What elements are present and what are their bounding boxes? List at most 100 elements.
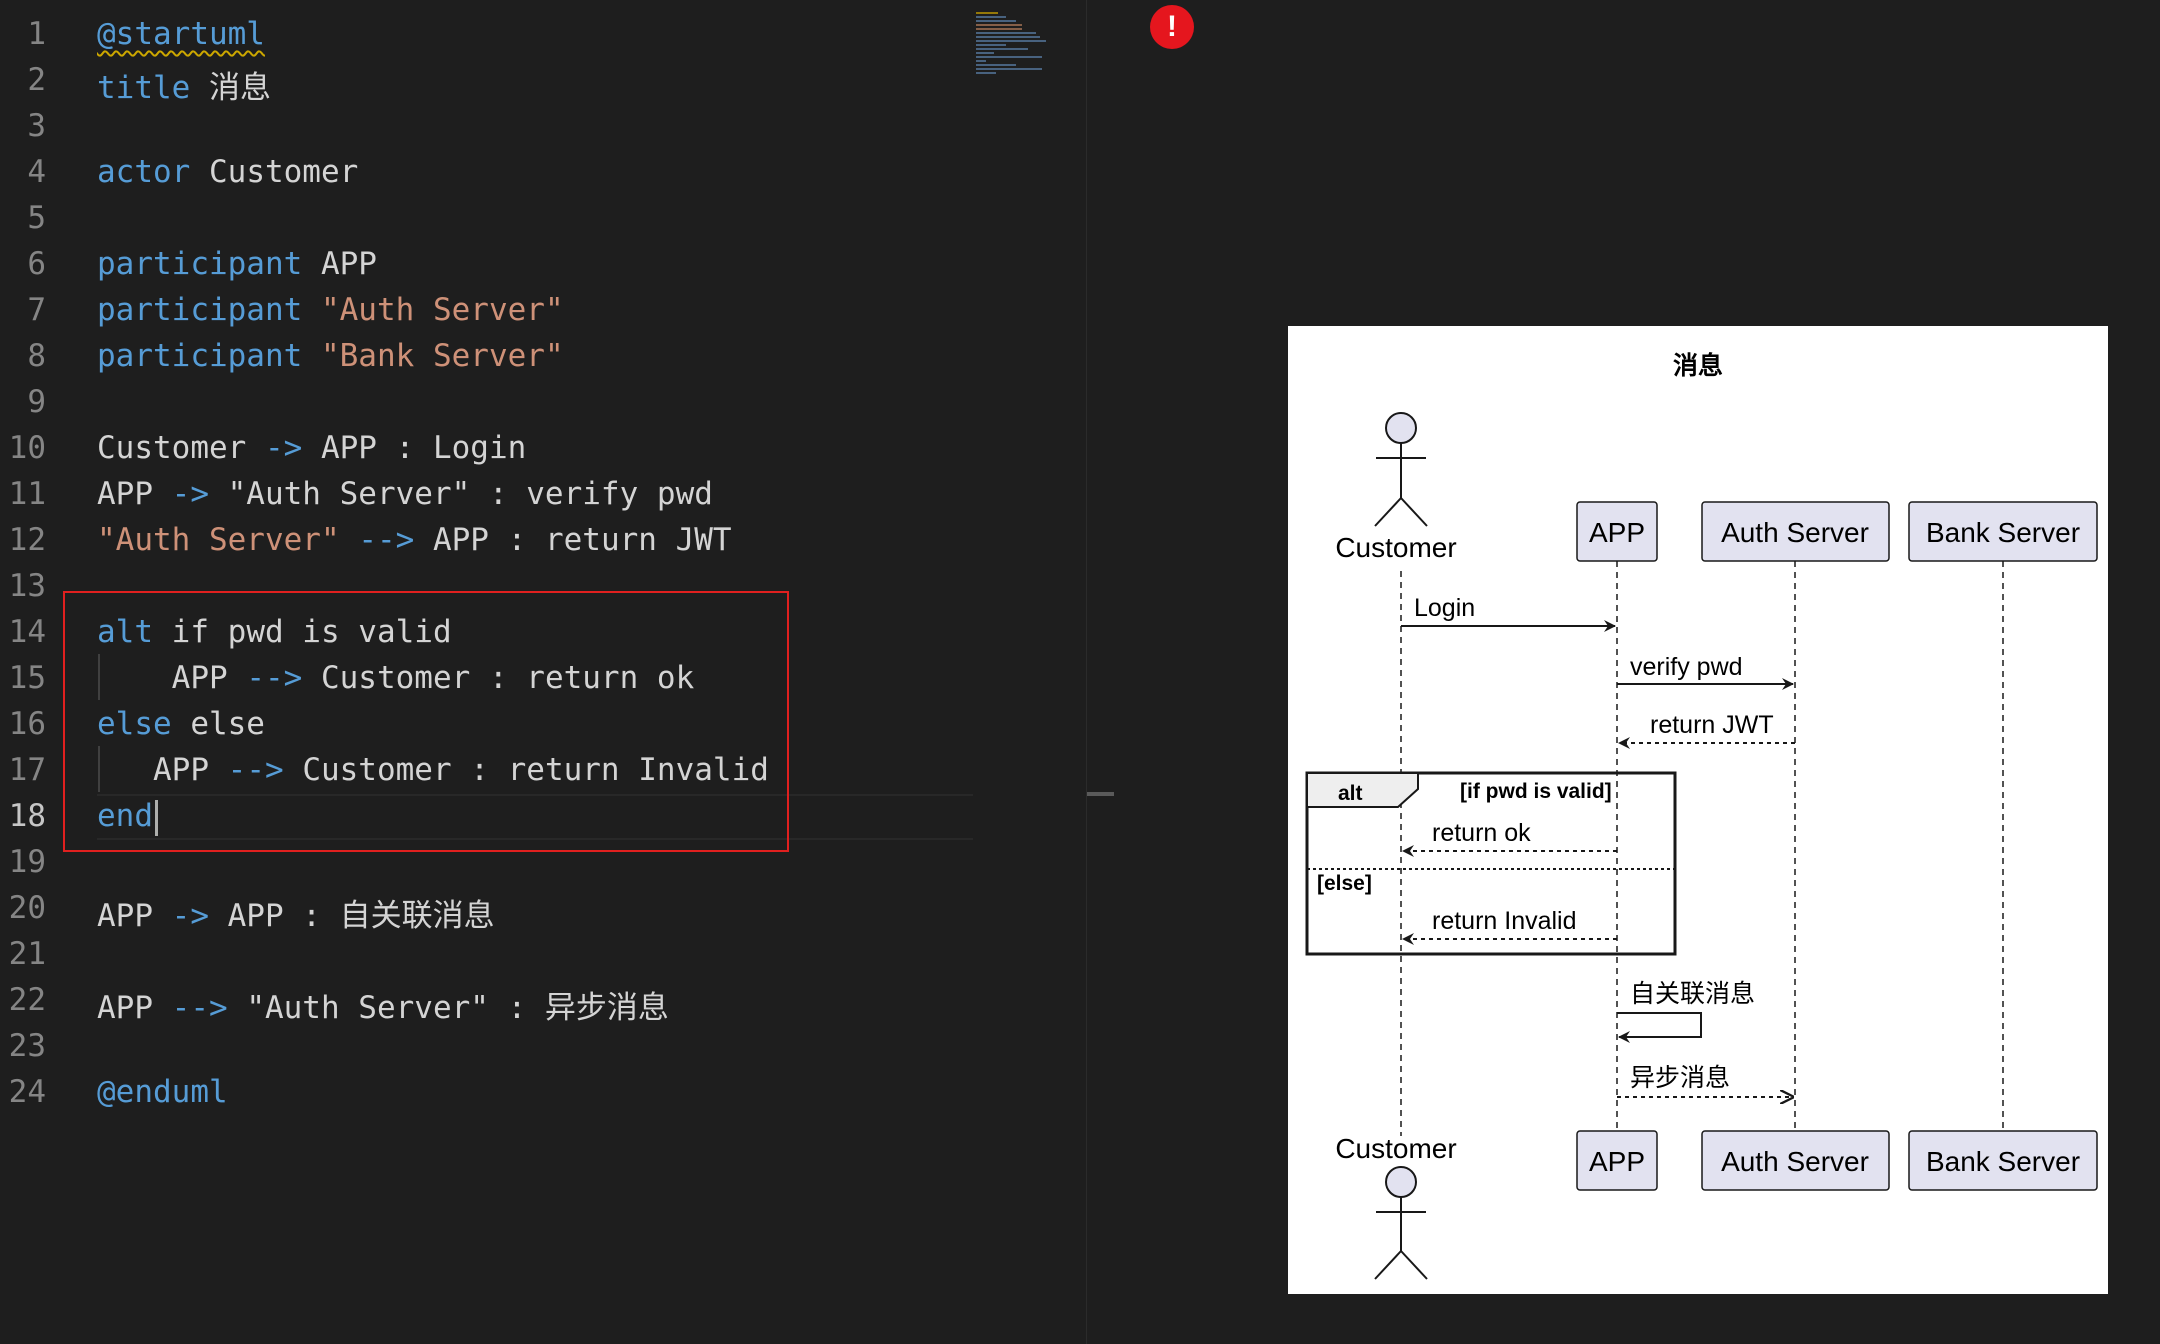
actor-figure-bottom (1374, 1166, 1428, 1280)
message-label-verify: verify pwd (1630, 653, 1743, 681)
code-token: APP (97, 476, 172, 512)
code-line[interactable]: 8 participant "Bank Server" (0, 334, 980, 380)
code-line[interactable]: 4 actor Customer (0, 150, 980, 196)
code-token: APP (97, 990, 172, 1026)
participant-app-bottom: APP (1576, 1130, 1658, 1191)
code-token: participant (97, 338, 303, 374)
line-number: 17 (8, 752, 46, 788)
message-label-jwt: return JWT (1650, 711, 1774, 739)
code-editor[interactable]: 1 @startuml 2 title 消息 3 4 actor Customer 5 6 par… (0, 0, 1086, 1344)
line-number: 12 (8, 522, 46, 558)
scrollbar-thumb[interactable] (1087, 792, 1114, 796)
code-text: participant "Auth Server" (97, 292, 564, 328)
code-token: "Auth Server" (97, 522, 340, 558)
participant-auth-bottom: Auth Server (1701, 1130, 1890, 1191)
code-line[interactable]: 5 (0, 196, 980, 242)
code-text: @startuml (97, 16, 265, 52)
code-token: -> (264, 430, 303, 466)
message-label-login: Login (1414, 594, 1475, 622)
code-line[interactable]: 9 (0, 380, 980, 426)
code-token: APP : Login (302, 430, 527, 466)
code-token: participant (97, 292, 303, 328)
line-number: 16 (8, 706, 46, 742)
line-number: 19 (8, 844, 46, 880)
line-number: 13 (8, 568, 46, 604)
code-line[interactable]: 7 participant "Auth Server" (0, 288, 980, 334)
alt-else-guard: [else] (1317, 872, 1372, 895)
code-text: Customer -> APP : Login (97, 430, 526, 466)
code-text: title 消息 (97, 62, 271, 107)
code-line[interactable]: 3 (0, 104, 980, 150)
code-token: @enduml (97, 1074, 228, 1110)
line-number: 18 (8, 798, 46, 834)
minimap[interactable] (976, 10, 1086, 110)
participant-app-label: APP (1589, 517, 1645, 548)
code-token: --> (171, 990, 228, 1026)
line-number: 3 (27, 108, 46, 144)
line-number: 10 (8, 430, 46, 466)
code-text: APP --> "Auth Server" : 异步消息 (97, 982, 669, 1027)
code-token: --> (358, 522, 415, 558)
code-token: "Auth Server" (320, 292, 564, 328)
code-line[interactable]: 6 participant APP (0, 242, 980, 288)
line-number: 15 (8, 660, 46, 696)
line-number: 9 (27, 384, 46, 420)
code-token: 消息 (190, 70, 271, 106)
code-token: "Auth Server" : 异步消息 (227, 990, 669, 1026)
code-token: "Bank Server" (320, 338, 564, 374)
code-text: participant "Bank Server" (97, 338, 564, 374)
message-label-invalid: return Invalid (1432, 907, 1577, 935)
line-number: 11 (8, 476, 46, 512)
line-number: 24 (8, 1074, 46, 1110)
code-text: APP -> "Auth Server" : verify pwd (97, 476, 713, 512)
code-token: participant (97, 246, 303, 282)
participant-bank-bottom: Bank Server (1908, 1130, 2098, 1191)
code-line[interactable]: 12 "Auth Server" --> APP : return JWT (0, 518, 980, 564)
code-line[interactable]: 20 APP -> APP : 自关联消息 (0, 886, 980, 934)
diagram-title: 消息 (1673, 351, 1723, 380)
code-line[interactable]: 24 @enduml (0, 1070, 980, 1116)
line-number: 5 (27, 200, 46, 236)
actor-figure-top (1374, 412, 1428, 527)
line-number: 21 (8, 936, 46, 972)
code-token: Customer (97, 430, 265, 466)
participant-app-top: APP (1576, 501, 1658, 562)
code-text: @enduml (97, 1074, 228, 1110)
vertical-scrollbar[interactable] (1086, 0, 1116, 1344)
code-line[interactable]: 21 (0, 932, 980, 978)
message-arrow-self (1617, 1012, 1702, 1043)
selection-box (63, 591, 789, 852)
line-number: 6 (27, 246, 46, 282)
line-number: 2 (27, 62, 46, 98)
alt-guard: [if pwd is valid] (1460, 780, 1612, 803)
line-number: 23 (8, 1028, 46, 1064)
code-text: "Auth Server" --> APP : return JWT (97, 522, 732, 558)
code-line[interactable]: 23 (0, 1024, 980, 1070)
message-label-self: 自关联消息 (1630, 980, 1755, 1008)
code-token: APP : 自关联消息 (208, 898, 495, 934)
line-number: 4 (27, 154, 46, 190)
code-line[interactable]: 2 title 消息 (0, 58, 980, 107)
code-line[interactable]: 10 Customer -> APP : Login (0, 426, 980, 472)
code-token: title (97, 70, 191, 106)
participant-auth-label: Auth Server (1721, 1146, 1869, 1177)
line-number: 7 (27, 292, 46, 328)
code-token: -> (171, 476, 209, 512)
code-line[interactable]: 1 @startuml (0, 12, 980, 58)
message-label-async: 异步消息 (1630, 1064, 1730, 1092)
sequence-diagram: 消息 Customer APP Auth Server Bank Server (1288, 326, 2108, 1294)
code-token: APP (302, 246, 377, 282)
code-token: -> (171, 898, 209, 934)
code-line[interactable]: 22 APP --> "Auth Server" : 异步消息 (0, 978, 980, 1027)
code-text: actor Customer (97, 154, 358, 190)
actor-label-bottom: Customer (1335, 1133, 1456, 1164)
line-number: 20 (8, 890, 46, 926)
alt-keyword: alt (1338, 782, 1363, 805)
error-icon[interactable]: ! (1150, 5, 1194, 49)
participant-bank-label: Bank Server (1926, 1146, 2080, 1177)
line-number: 1 (27, 16, 46, 52)
message-label-ok: return ok (1432, 819, 1531, 847)
code-line[interactable]: 11 APP -> "Auth Server" : verify pwd (0, 472, 980, 518)
